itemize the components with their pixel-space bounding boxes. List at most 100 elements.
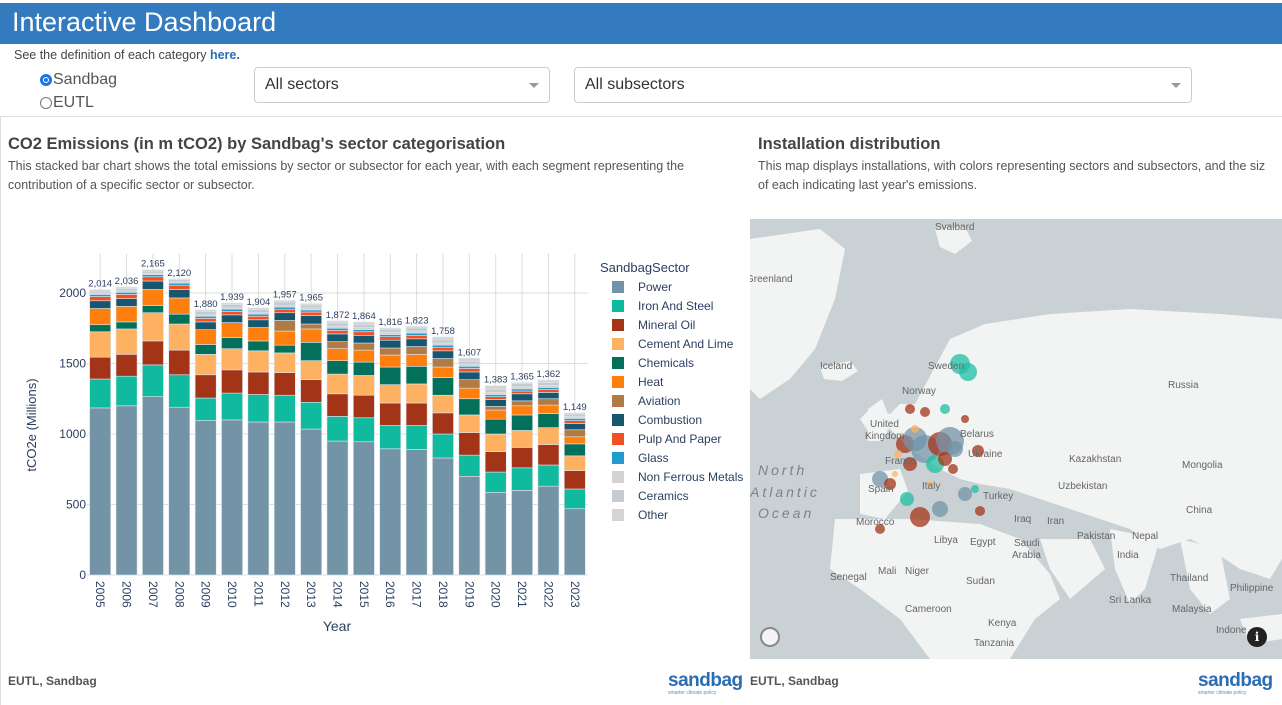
- bar-segment: [563, 423, 586, 431]
- map-label: Uzbekistan: [1058, 481, 1108, 492]
- legend-swatch: [612, 319, 624, 331]
- bar-segment: [432, 366, 454, 378]
- sector-dropdown-value: All sectors: [265, 76, 339, 93]
- bar-segment: [511, 382, 533, 384]
- x-tick-label: 2007: [146, 581, 160, 608]
- bar-segment: [115, 306, 138, 323]
- map-label: United: [870, 419, 899, 430]
- bar-segment: [432, 350, 454, 359]
- bar-segment: [432, 342, 454, 346]
- bar-segment: [405, 425, 428, 450]
- bar-segment: [247, 327, 270, 342]
- bar-segment: [458, 368, 481, 373]
- x-tick-label: 2006: [120, 581, 134, 608]
- bar-segment: [300, 428, 322, 576]
- bar-segment: [563, 413, 586, 417]
- sandbag-logo[interactable]: sandbag smarter climate policy: [1198, 670, 1273, 696]
- bar-segment: [247, 394, 270, 423]
- bar-segment: [115, 354, 138, 377]
- logo-text: sandbag: [1198, 670, 1273, 691]
- categorisation-radio-group: Sandbag EUTL: [40, 68, 117, 114]
- bar-segment: [353, 342, 375, 351]
- bar-segment: [353, 375, 375, 396]
- sandbag-logo[interactable]: sandbag smarter climate policy: [668, 671, 743, 696]
- y-tick-label: 2000: [59, 286, 86, 300]
- bar-segment: [194, 397, 217, 421]
- definition-text: See the definition of each category: [14, 48, 210, 62]
- total-label: 1,965: [299, 293, 323, 304]
- radio-checked-icon[interactable]: [40, 73, 52, 86]
- bar-segment: [326, 360, 349, 375]
- installation-marker: [975, 506, 985, 516]
- total-label: 1,880: [194, 299, 218, 310]
- bar-segment: [537, 385, 560, 388]
- legend-label: Power: [638, 280, 672, 294]
- bar-segment: [537, 427, 560, 445]
- bar-segment: [168, 313, 191, 325]
- legend-swatch: [612, 433, 624, 445]
- bar-segment: [405, 354, 428, 367]
- bar-segment: [458, 360, 481, 365]
- bar-segment: [221, 314, 243, 323]
- bar-segment: [537, 398, 560, 406]
- bar-segment: [194, 354, 217, 376]
- section-divider: [0, 116, 1282, 117]
- radio-sandbag[interactable]: Sandbag: [40, 68, 117, 91]
- bar-segment: [563, 470, 586, 490]
- bar-segment: [379, 332, 402, 335]
- chevron-down-icon[interactable]: [1171, 83, 1181, 88]
- bar-segment: [194, 311, 217, 316]
- bar-segment: [300, 360, 322, 381]
- legend-label: Iron And Steel: [638, 299, 713, 313]
- legend-swatch: [612, 395, 624, 407]
- map-label: Thailand: [1170, 573, 1209, 584]
- bar-segment: [89, 289, 112, 292]
- bar-segment: [300, 307, 322, 311]
- bar-segment: [115, 288, 138, 292]
- map-label: Mali: [878, 566, 897, 577]
- subsector-dropdown[interactable]: All subsectors: [574, 67, 1192, 103]
- bar-segment: [379, 347, 402, 356]
- bar-segment: [142, 270, 164, 274]
- legend-swatch: [612, 338, 624, 350]
- x-tick-label: 2017: [410, 581, 424, 608]
- installation-marker: [971, 485, 979, 493]
- bar-segment: [511, 390, 533, 395]
- bar-segment: [194, 374, 217, 399]
- x-tick-label: 2023: [568, 581, 582, 608]
- bar-segment: [563, 436, 586, 445]
- installation-map[interactable]: Svalbard Greenland Iceland Sweden Norway…: [750, 219, 1282, 659]
- map-label: Malaysia: [1172, 604, 1212, 615]
- bar-segment: [300, 328, 322, 343]
- bar-segment: [563, 508, 586, 576]
- definition-link[interactable]: here.: [210, 48, 240, 62]
- map-label: Niger: [905, 566, 929, 577]
- legend-swatch: [612, 281, 624, 293]
- bar-segment: [115, 294, 138, 299]
- bar-segment: [458, 432, 481, 456]
- bar-segment: [405, 346, 428, 355]
- bar-segment: [353, 394, 375, 419]
- sector-dropdown[interactable]: All sectors: [254, 67, 550, 103]
- bar-segment: [379, 402, 402, 426]
- bar-segment: [353, 441, 375, 576]
- bar-segment: [458, 357, 481, 362]
- total-label: 1,823: [405, 315, 429, 326]
- bar-segment: [300, 323, 322, 330]
- x-tick-label: 2020: [489, 581, 503, 608]
- bar-segment: [115, 286, 138, 289]
- chevron-down-icon[interactable]: [529, 83, 539, 88]
- bar-segment: [89, 294, 112, 297]
- bar-segment: [168, 374, 191, 408]
- compass-icon[interactable]: [760, 627, 780, 647]
- bar-segment: [142, 269, 164, 272]
- bar-segment: [405, 366, 428, 385]
- bar-segment: [142, 276, 164, 282]
- bar-segment: [89, 300, 112, 309]
- bar-segment: [142, 280, 164, 290]
- radio-eutl[interactable]: EUTL: [40, 91, 117, 114]
- info-icon[interactable]: i: [1247, 627, 1267, 647]
- radio-unchecked-icon[interactable]: [40, 96, 52, 109]
- bar-segment: [326, 322, 349, 327]
- bar-segment: [484, 409, 507, 420]
